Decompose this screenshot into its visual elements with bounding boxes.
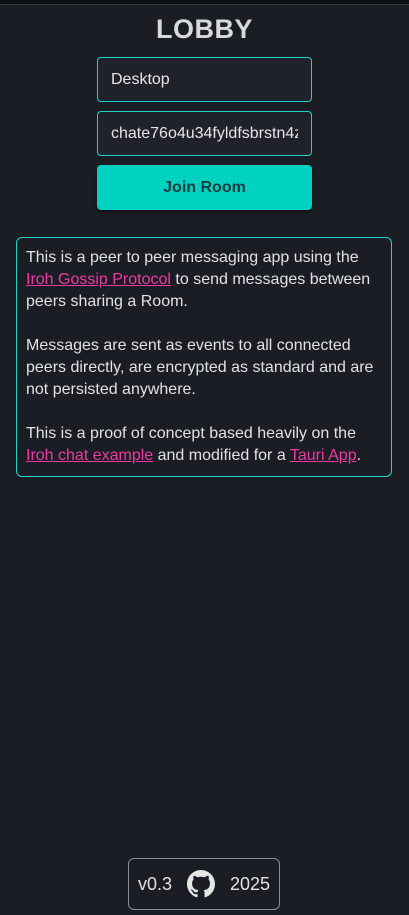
github-link[interactable] <box>186 870 215 898</box>
info-paragraph-3: This is a proof of concept based heavily… <box>26 425 362 464</box>
info-paragraph-1: This is a peer to peer messaging app usi… <box>26 249 371 310</box>
footer: v0.3 2025 <box>128 858 280 910</box>
page-title: LOBBY <box>156 14 253 44</box>
name-field[interactable] <box>97 57 312 102</box>
iroh-chat-example-link[interactable]: Iroh chat example <box>26 447 153 464</box>
join-room-button[interactable]: Join Room <box>97 165 312 210</box>
info-paragraph-2: Messages are sent as events to all conne… <box>26 337 374 398</box>
year-label: 2025 <box>229 873 270 894</box>
window-top-border <box>0 0 409 5</box>
info-panel: This is a peer to peer messaging app usi… <box>16 237 392 477</box>
room-id-field[interactable] <box>97 111 312 156</box>
version-label: v0.3 <box>138 873 173 894</box>
iroh-gossip-link[interactable]: Iroh Gossip Protocol <box>26 271 171 288</box>
github-icon <box>186 870 215 898</box>
lobby-page: LOBBY Join Room This is a peer to peer m… <box>0 0 409 915</box>
tauri-app-link[interactable]: Tauri App <box>290 447 357 464</box>
